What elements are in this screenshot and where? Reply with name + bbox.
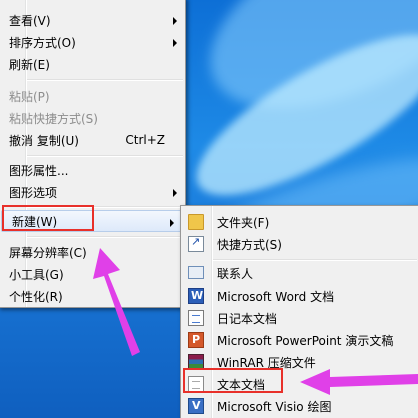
shortcut-icon [188,235,204,252]
menu-item-graphics-options[interactable]: 图形选项 [0,181,185,203]
highlight-box-text-document [183,368,283,393]
submenu-item-contact[interactable]: 联系人 [181,262,418,284]
submenu-item-visio[interactable]: Microsoft Visio 绘图 [181,395,418,417]
submenu-arrow-icon [173,17,177,25]
menu-item-gadgets[interactable]: 小工具(G) [0,263,185,285]
submenu-arrow-icon [173,39,177,47]
desktop-context-menu: 查看(V) 排序方式(O) 刷新(E) 粘贴(P) 粘贴快捷方式(S) 撤消 复… [0,0,186,308]
menu-item-screen-resolution[interactable]: 屏幕分辨率(C) [0,241,185,263]
menu-item-personalize[interactable]: 个性化(R) [0,285,185,307]
menu-item-refresh[interactable]: 刷新(E) [0,53,185,75]
highlight-box-new [2,205,94,231]
submenu-item-journal-document[interactable]: 日记本文档 [181,307,418,329]
submenu-item-powerpoint[interactable]: Microsoft PowerPoint 演示文稿 [181,329,418,351]
submenu-item-folder[interactable]: 文件夹(F) [181,211,418,233]
menu-separator [213,259,417,261]
word-icon [188,288,204,304]
menu-separator [27,79,183,81]
powerpoint-icon [188,332,204,348]
visio-icon [188,398,204,414]
menu-item-paste-shortcut: 粘贴快捷方式(S) [9,111,98,126]
submenu-arrow-icon [173,189,177,197]
menu-separator [27,236,183,238]
menu-separator [27,155,183,157]
folder-icon [188,214,204,230]
submenu-arrow-icon [170,219,174,227]
contact-icon [188,266,204,279]
submenu-item-shortcut[interactable]: 快捷方式(S) [181,233,418,255]
menu-item-paste: 粘贴(P) [9,89,50,104]
menu-item-sort-by[interactable]: 排序方式(O) [0,31,185,53]
journal-icon [188,310,204,326]
menu-item-graphics-properties[interactable]: 图形属性... [0,159,185,181]
menu-item-view[interactable]: 查看(V) [0,9,185,31]
menu-item-undo-copy[interactable]: 撤消 复制(U) Ctrl+Z [0,129,185,151]
submenu-item-word-document[interactable]: Microsoft Word 文档 [181,285,418,307]
shortcut-hint: Ctrl+Z [125,133,165,147]
